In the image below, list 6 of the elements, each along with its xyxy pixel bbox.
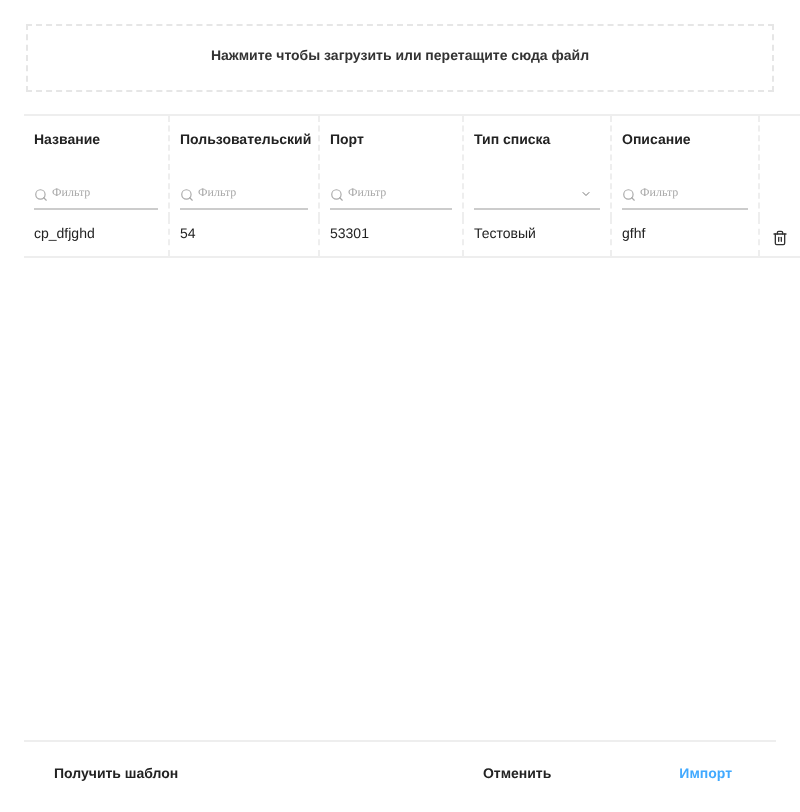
search-icon	[34, 188, 48, 202]
search-icon	[622, 188, 636, 202]
search-icon	[180, 188, 194, 202]
search-icon	[330, 188, 344, 202]
delete-icon[interactable]	[772, 229, 788, 245]
chevron-icon	[580, 187, 592, 199]
